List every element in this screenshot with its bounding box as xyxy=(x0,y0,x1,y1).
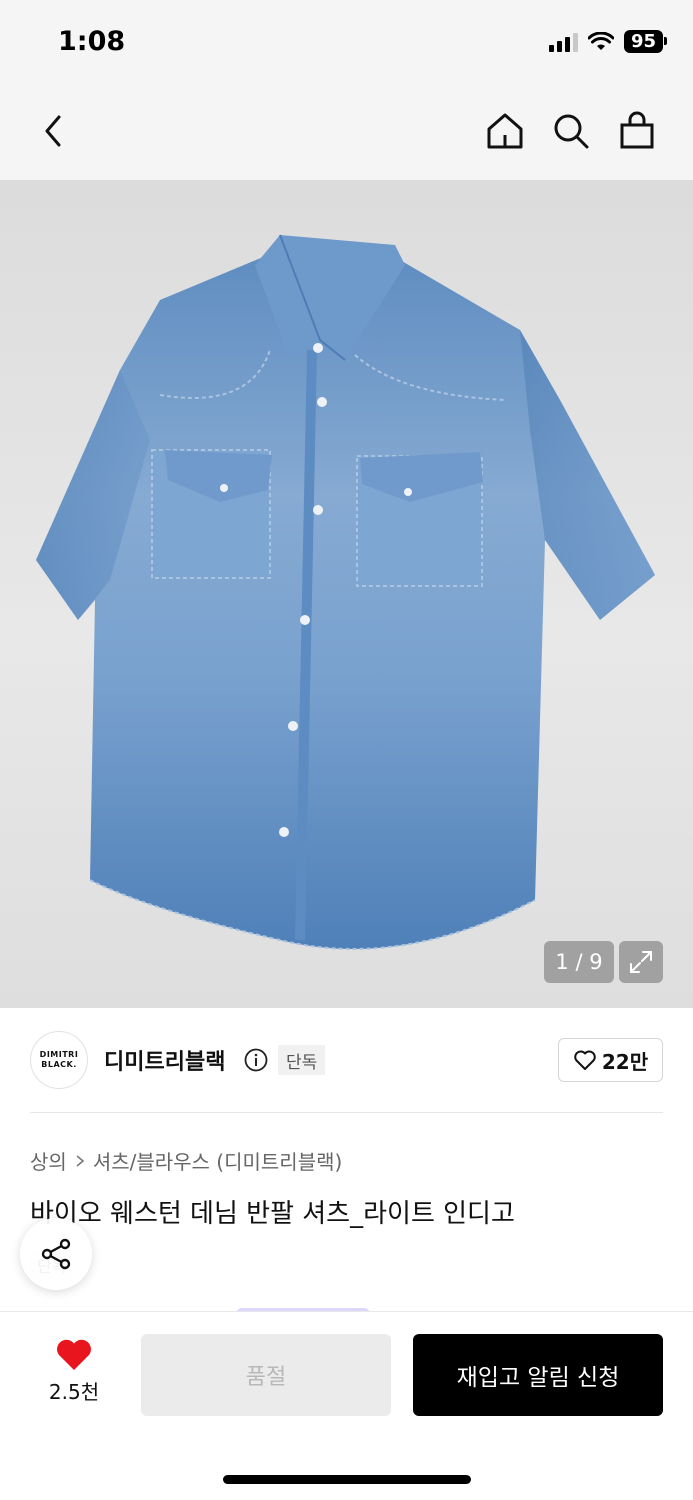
home-indicator xyxy=(223,1475,471,1484)
battery-indicator: 95 xyxy=(623,30,668,53)
back-button[interactable] xyxy=(28,106,78,156)
heart-outline-icon xyxy=(574,1050,596,1070)
heart-filled-icon xyxy=(57,1339,91,1370)
status-time: 1:08 xyxy=(58,26,126,57)
breadcrumb: 상의 셔츠/블라우스 (디미트리블랙) xyxy=(30,1146,342,1175)
status-icons: 95 xyxy=(548,30,668,53)
breadcrumb-subcategory[interactable]: 셔츠/블라우스 (디미트리블랙) xyxy=(93,1146,343,1175)
breadcrumb-category[interactable]: 상의 xyxy=(30,1146,67,1175)
expand-icon xyxy=(630,951,652,973)
product-title: 바이오 웨스턴 데님 반팔 셔츠_라이트 인디고 xyxy=(30,1199,515,1229)
brand-like-button[interactable]: 22만 xyxy=(558,1038,663,1082)
divider xyxy=(30,1112,663,1113)
home-icon xyxy=(487,113,523,149)
back-arrow-icon xyxy=(45,115,61,147)
brand-logo[interactable]: DIMITRI BLACK. xyxy=(30,1031,88,1089)
denim-shirt-image xyxy=(36,234,655,950)
wishlist-count: 2.5천 xyxy=(48,1380,100,1404)
wifi-icon xyxy=(587,31,614,50)
search-icon xyxy=(554,114,589,149)
restock-alert-button[interactable]: 재입고 알림 신청 xyxy=(413,1334,663,1416)
cellular-signal-icon xyxy=(548,32,578,52)
status-bar: 1:08 95 xyxy=(0,0,693,86)
bottom-action-bar: 2.5천 품절 재입고 알림 신청 xyxy=(0,1311,693,1500)
brand-row: DIMITRI BLACK. 디미트리블랙 단독 22만 xyxy=(0,1008,693,1113)
soldout-button: 품절 xyxy=(141,1334,391,1416)
share-icon xyxy=(41,1238,71,1270)
info-icon[interactable] xyxy=(244,1048,268,1072)
chevron-right-icon xyxy=(76,1154,85,1167)
cart-button[interactable] xyxy=(612,106,662,156)
exclusive-badge: 단독 xyxy=(278,1045,326,1075)
home-button[interactable] xyxy=(480,106,530,156)
product-image-gallery[interactable] xyxy=(0,180,693,1008)
search-button[interactable] xyxy=(546,106,596,156)
top-nav-bar xyxy=(0,86,693,180)
wishlist-button[interactable]: 2.5천 xyxy=(34,1338,114,1405)
expand-button[interactable] xyxy=(619,941,663,983)
brand-like-count: 22만 xyxy=(601,1049,649,1074)
brand-name[interactable]: 디미트리블랙 xyxy=(104,1044,225,1076)
shopping-bag-icon xyxy=(620,111,654,149)
image-counter: 1 / 9 xyxy=(544,941,614,983)
brand-logo-line1: DIMITRI xyxy=(39,1050,79,1059)
share-button[interactable] xyxy=(20,1218,92,1290)
brand-logo-line2: BLACK. xyxy=(41,1060,77,1069)
